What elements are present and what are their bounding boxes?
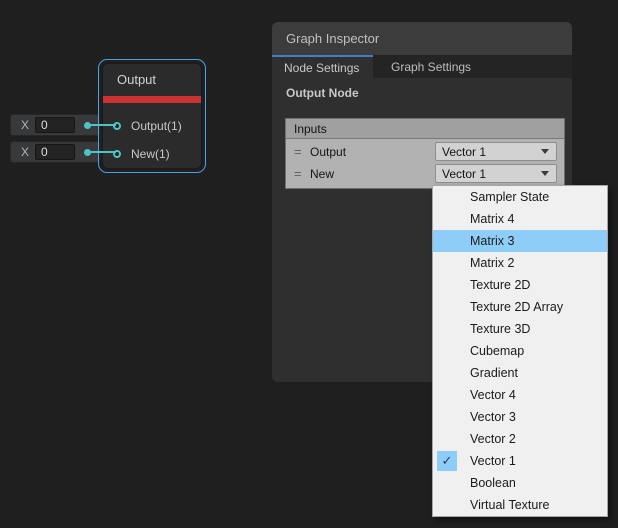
menu-item-virtual-texture[interactable]: Virtual Texture — [433, 494, 607, 516]
menu-item-vector-3[interactable]: Vector 3 — [433, 406, 607, 428]
connection-edge — [90, 124, 116, 126]
dropdown-value: Vector 1 — [442, 167, 541, 181]
menu-item-vector-1[interactable]: ✓ Vector 1 — [433, 450, 607, 472]
menu-item-cubemap[interactable]: Cubemap — [433, 340, 607, 362]
menu-item-matrix-2[interactable]: Matrix 2 — [433, 252, 607, 274]
menu-item-gradient[interactable]: Gradient — [433, 362, 607, 384]
input-row-label: New — [310, 167, 334, 181]
port-row: New(1) — [103, 140, 201, 168]
number-input[interactable]: 0 — [35, 144, 75, 160]
dropdown-arrow-icon — [541, 171, 549, 176]
tab-graph-settings[interactable]: Graph Settings — [373, 55, 493, 78]
menu-item-matrix-4[interactable]: Matrix 4 — [433, 208, 607, 230]
menu-item-vector-4[interactable]: Vector 4 — [433, 384, 607, 406]
inputs-list-header: Inputs — [286, 119, 564, 139]
output-node[interactable]: Output Output(1) New(1) — [98, 59, 206, 173]
type-dropdown-output[interactable]: Vector 1 — [435, 142, 557, 161]
port-row: Output(1) — [103, 112, 201, 140]
check-icon: ✓ — [437, 451, 457, 471]
node-color-bar — [103, 96, 201, 103]
node-title: Output — [103, 64, 201, 96]
drag-handle-icon[interactable]: = — [294, 169, 308, 179]
menu-item-vector-2[interactable]: Vector 2 — [433, 428, 607, 450]
menu-item-boolean[interactable]: Boolean — [433, 472, 607, 494]
connection-edge — [90, 151, 116, 153]
input-row-label: Output — [310, 145, 346, 159]
menu-item-texture-2d[interactable]: Texture 2D — [433, 274, 607, 296]
dropdown-arrow-icon — [541, 149, 549, 154]
menu-item-texture-3d[interactable]: Texture 3D — [433, 318, 607, 340]
input-row-output: = Output Vector 1 — [286, 141, 564, 163]
dropdown-value: Vector 1 — [442, 145, 541, 159]
type-dropdown-menu: Sampler State Matrix 4 Matrix 3 Matrix 2… — [432, 185, 608, 517]
number-input[interactable]: 0 — [35, 117, 75, 133]
panel-title[interactable]: Graph Inspector — [272, 22, 572, 55]
type-dropdown-new[interactable]: Vector 1 — [435, 164, 557, 183]
axis-label: X — [21, 118, 29, 132]
tab-bar: Node Settings Graph Settings — [272, 55, 572, 78]
tab-node-settings[interactable]: Node Settings — [272, 55, 373, 78]
menu-item-matrix-3[interactable]: Matrix 3 — [433, 230, 607, 252]
axis-label: X — [21, 145, 29, 159]
port-label: New(1) — [131, 147, 170, 161]
input-row-new: = New Vector 1 — [286, 163, 564, 185]
drag-handle-icon[interactable]: = — [294, 147, 308, 157]
menu-item-label: Vector 1 — [470, 454, 516, 468]
output-node-body: Output Output(1) New(1) — [102, 63, 202, 169]
menu-item-sampler-state[interactable]: Sampler State — [433, 186, 607, 208]
port-label: Output(1) — [131, 119, 182, 133]
section-title: Output Node — [286, 86, 359, 100]
menu-item-texture-2d-array[interactable]: Texture 2D Array — [433, 296, 607, 318]
inputs-list: Inputs = Output Vector 1 = New Vector 1 — [285, 118, 565, 189]
